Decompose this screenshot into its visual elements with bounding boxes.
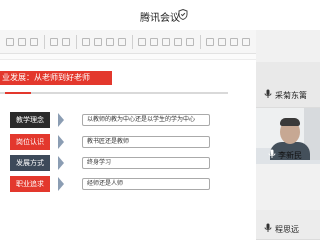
print-icon[interactable] xyxy=(30,38,38,46)
slide-heading: 业发展：从老师到好老师 xyxy=(0,71,112,85)
heading-accent-bar xyxy=(5,92,31,94)
participant-tile-video[interactable]: 李新民 xyxy=(256,108,320,164)
video-person-hair xyxy=(280,118,300,126)
picture-icon[interactable] xyxy=(218,38,226,46)
redo-icon[interactable] xyxy=(62,38,70,46)
bold-icon[interactable] xyxy=(82,38,90,46)
font-color-icon[interactable] xyxy=(118,38,126,46)
row-text: 以教师的教为中心还是以学生的学为中心 xyxy=(82,114,210,126)
window-title: 腾讯会议 xyxy=(140,13,180,24)
toolbar-separator xyxy=(44,35,45,49)
participant-name: 采菊东篱 xyxy=(275,91,307,100)
row-tag: 发展方式 xyxy=(10,155,50,171)
participant-tile[interactable]: 程思远 xyxy=(256,210,320,240)
shape-icon[interactable] xyxy=(206,38,214,46)
toolbar-separator xyxy=(76,35,77,49)
toolbar-separator xyxy=(200,35,201,49)
participant-name: 程思远 xyxy=(275,225,299,234)
presentation-toolbar xyxy=(0,30,256,54)
indent-icon[interactable] xyxy=(186,38,194,46)
align-right-icon[interactable] xyxy=(162,38,170,46)
title-bar: 腾讯会议 xyxy=(0,0,320,30)
participant-panel: 采菊东篱 李新民 程思远 xyxy=(256,30,320,240)
table-icon[interactable] xyxy=(230,38,238,46)
arrow-right-icon xyxy=(58,113,64,127)
heading-divider xyxy=(0,92,228,94)
italic-icon[interactable] xyxy=(94,38,102,46)
participant-name: 李新民 xyxy=(278,151,302,160)
align-center-icon[interactable] xyxy=(150,38,158,46)
meeting-window: 腾讯会议 业发展：从老师到好老师 教学理念 以教师的教为中心还是以学生的学为中心… xyxy=(0,0,320,240)
align-left-icon[interactable] xyxy=(138,38,146,46)
underline-icon[interactable] xyxy=(106,38,114,46)
arrow-right-icon xyxy=(58,135,64,149)
microphone-icon[interactable] xyxy=(264,223,272,233)
list-icon[interactable] xyxy=(174,38,182,46)
shield-icon[interactable] xyxy=(178,9,188,20)
microphone-icon[interactable] xyxy=(264,89,272,99)
row-tag: 岗位认识 xyxy=(10,134,50,150)
microphone-icon[interactable] xyxy=(268,149,276,159)
arrow-right-icon xyxy=(58,177,64,191)
save-icon[interactable] xyxy=(18,38,26,46)
presentation-slide: 业发展：从老师到好老师 教学理念 以教师的教为中心还是以学生的学为中心 岗位认识… xyxy=(0,60,256,240)
undo-icon[interactable] xyxy=(50,38,58,46)
row-text: 终身学习 xyxy=(82,157,210,169)
row-tag: 教学理念 xyxy=(10,112,50,128)
more-icon[interactable] xyxy=(242,38,250,46)
row-text: 经师还是人师 xyxy=(82,178,210,190)
participant-tile[interactable]: 采菊东篱 xyxy=(256,62,320,108)
shared-screen: 业发展：从老师到好老师 教学理念 以教师的教为中心还是以学生的学为中心 岗位认识… xyxy=(0,30,256,240)
arrow-right-icon xyxy=(58,156,64,170)
row-tag: 职业追求 xyxy=(10,176,50,192)
toolbar-separator xyxy=(132,35,133,49)
row-text: 教书匠还是教师 xyxy=(82,136,210,148)
file-icon[interactable] xyxy=(6,38,14,46)
